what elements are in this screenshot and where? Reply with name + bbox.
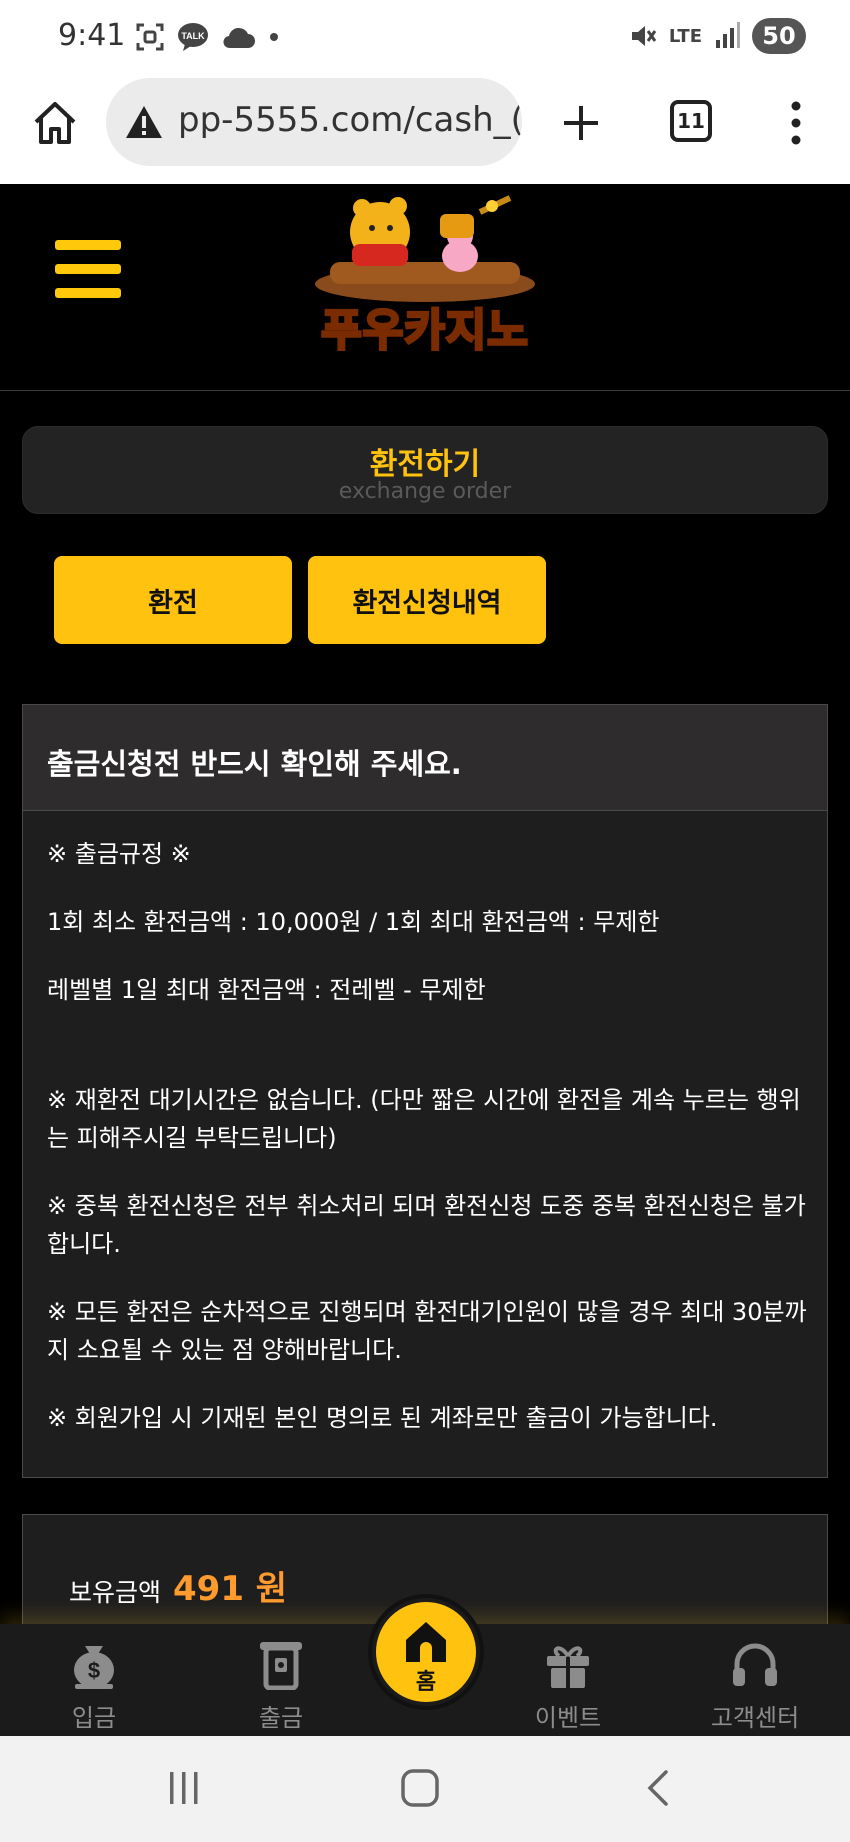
address-bar[interactable]: pp-5555.com/cash_( (106, 78, 522, 166)
recent-apps-icon[interactable] (166, 1770, 202, 1806)
nav-withdraw-label: 출금 (258, 1704, 304, 1732)
nav-home-label: 홈 (415, 1670, 437, 1695)
withdrawal-notice-panel: 출금신청전 반드시 확인해 주세요. ※ 출금규정 ※ 1회 최소 환전금액 :… (22, 704, 828, 1478)
page-subtitle: exchange order (338, 479, 512, 504)
header-divider (0, 390, 850, 391)
nav-withdraw[interactable]: 출금 (221, 1638, 341, 1733)
headset-icon (733, 1643, 777, 1686)
status-bar: 9:41 TALK LTE 50 (0, 0, 850, 74)
page-title-panel: 환전하기 exchange order (22, 426, 828, 514)
home-icon (406, 1622, 446, 1662)
back-icon[interactable] (644, 1768, 672, 1808)
nav-deposit[interactable]: $ 입금 (34, 1638, 154, 1733)
atm-icon (260, 1642, 302, 1690)
new-tab-icon[interactable] (556, 98, 606, 148)
site-logo[interactable]: 푸우카지노 (300, 192, 550, 358)
gift-icon (547, 1646, 589, 1688)
cloud-icon (223, 27, 255, 49)
screenshot-icon (136, 23, 164, 51)
talk-badge-text: TALK (181, 31, 205, 41)
warning-icon[interactable] (124, 104, 164, 140)
battery-indicator: 50 (752, 18, 806, 54)
tab-switcher-button[interactable]: 11 (670, 100, 712, 142)
svg-text:$: $ (88, 1658, 100, 1683)
site-header: 푸우카지노 (0, 184, 850, 360)
rule-wait-time: ※ 재환전 대기시간은 없습니다. (다만 짧은 시간에 환전을 계속 누르는 … (47, 1086, 801, 1152)
system-icons: LTE 50 (629, 18, 806, 54)
more-menu-icon[interactable] (782, 98, 810, 148)
tab-exchange-history[interactable]: 환전신청내역 (308, 556, 546, 644)
nav-event[interactable]: 이벤트 (508, 1638, 628, 1733)
browser-home-icon[interactable] (30, 98, 80, 148)
nav-event-label: 이벤트 (534, 1704, 602, 1732)
nav-support[interactable]: 고객센터 (695, 1638, 815, 1733)
rule-account-owner: ※ 회원가입 시 기재된 본인 명의로 된 계좌로만 출금이 가능합니다. (47, 1404, 718, 1432)
tab-exchange[interactable]: 환전 (54, 556, 292, 644)
money-bag-icon: $ (74, 1646, 114, 1689)
notification-icons: TALK (135, 22, 281, 52)
kakaotalk-icon: TALK (178, 23, 208, 51)
system-navigation-bar (0, 1736, 850, 1842)
page-title: 환전하기 (369, 447, 481, 482)
rule-processing-order: ※ 모든 환전은 순차적으로 진행되며 환전대기인원이 많을 경우 최대 30분… (47, 1298, 807, 1364)
rule-min-max: 1회 최소 환전금액 : 10,000원 / 1회 최대 환전금액 : 무제한 (47, 908, 660, 936)
notice-heading: 출금신청전 반드시 확인해 주세요. (23, 705, 827, 811)
notice-body: ※ 출금규정 ※ 1회 최소 환전금액 : 10,000원 / 1회 최대 환전… (23, 811, 827, 1437)
nav-home-button[interactable]: 홈 (372, 1598, 480, 1706)
url-text[interactable]: pp-5555.com/cash_( (178, 100, 522, 140)
signal-icon (716, 22, 740, 48)
balance-label: 보유금액 (69, 1578, 162, 1607)
home-system-icon[interactable] (400, 1768, 440, 1808)
browser-toolbar: pp-5555.com/cash_( 11 (0, 74, 850, 184)
mute-icon (631, 26, 657, 46)
rules-title: ※ 출금규정 ※ (47, 840, 191, 868)
logo-mascot-icon (315, 195, 535, 302)
menu-icon[interactable] (55, 240, 121, 298)
nav-deposit-label: 입금 (71, 1704, 117, 1732)
rule-duplicate: ※ 중복 환전신청은 전부 취소처리 되며 환전신청 도중 중복 환전신청은 불… (47, 1192, 806, 1258)
balance-amount: 491 원 (173, 1569, 288, 1609)
nav-support-label: 고객센터 (710, 1704, 800, 1732)
status-time: 9:41 (58, 18, 126, 53)
dot-icon (270, 33, 278, 41)
network-label: LTE (668, 25, 702, 47)
logo-text: 푸우카지노 (320, 304, 529, 358)
rule-daily-limit: 레벨별 1일 최대 환전금액 : 전레벨 - 무제한 (47, 976, 486, 1004)
